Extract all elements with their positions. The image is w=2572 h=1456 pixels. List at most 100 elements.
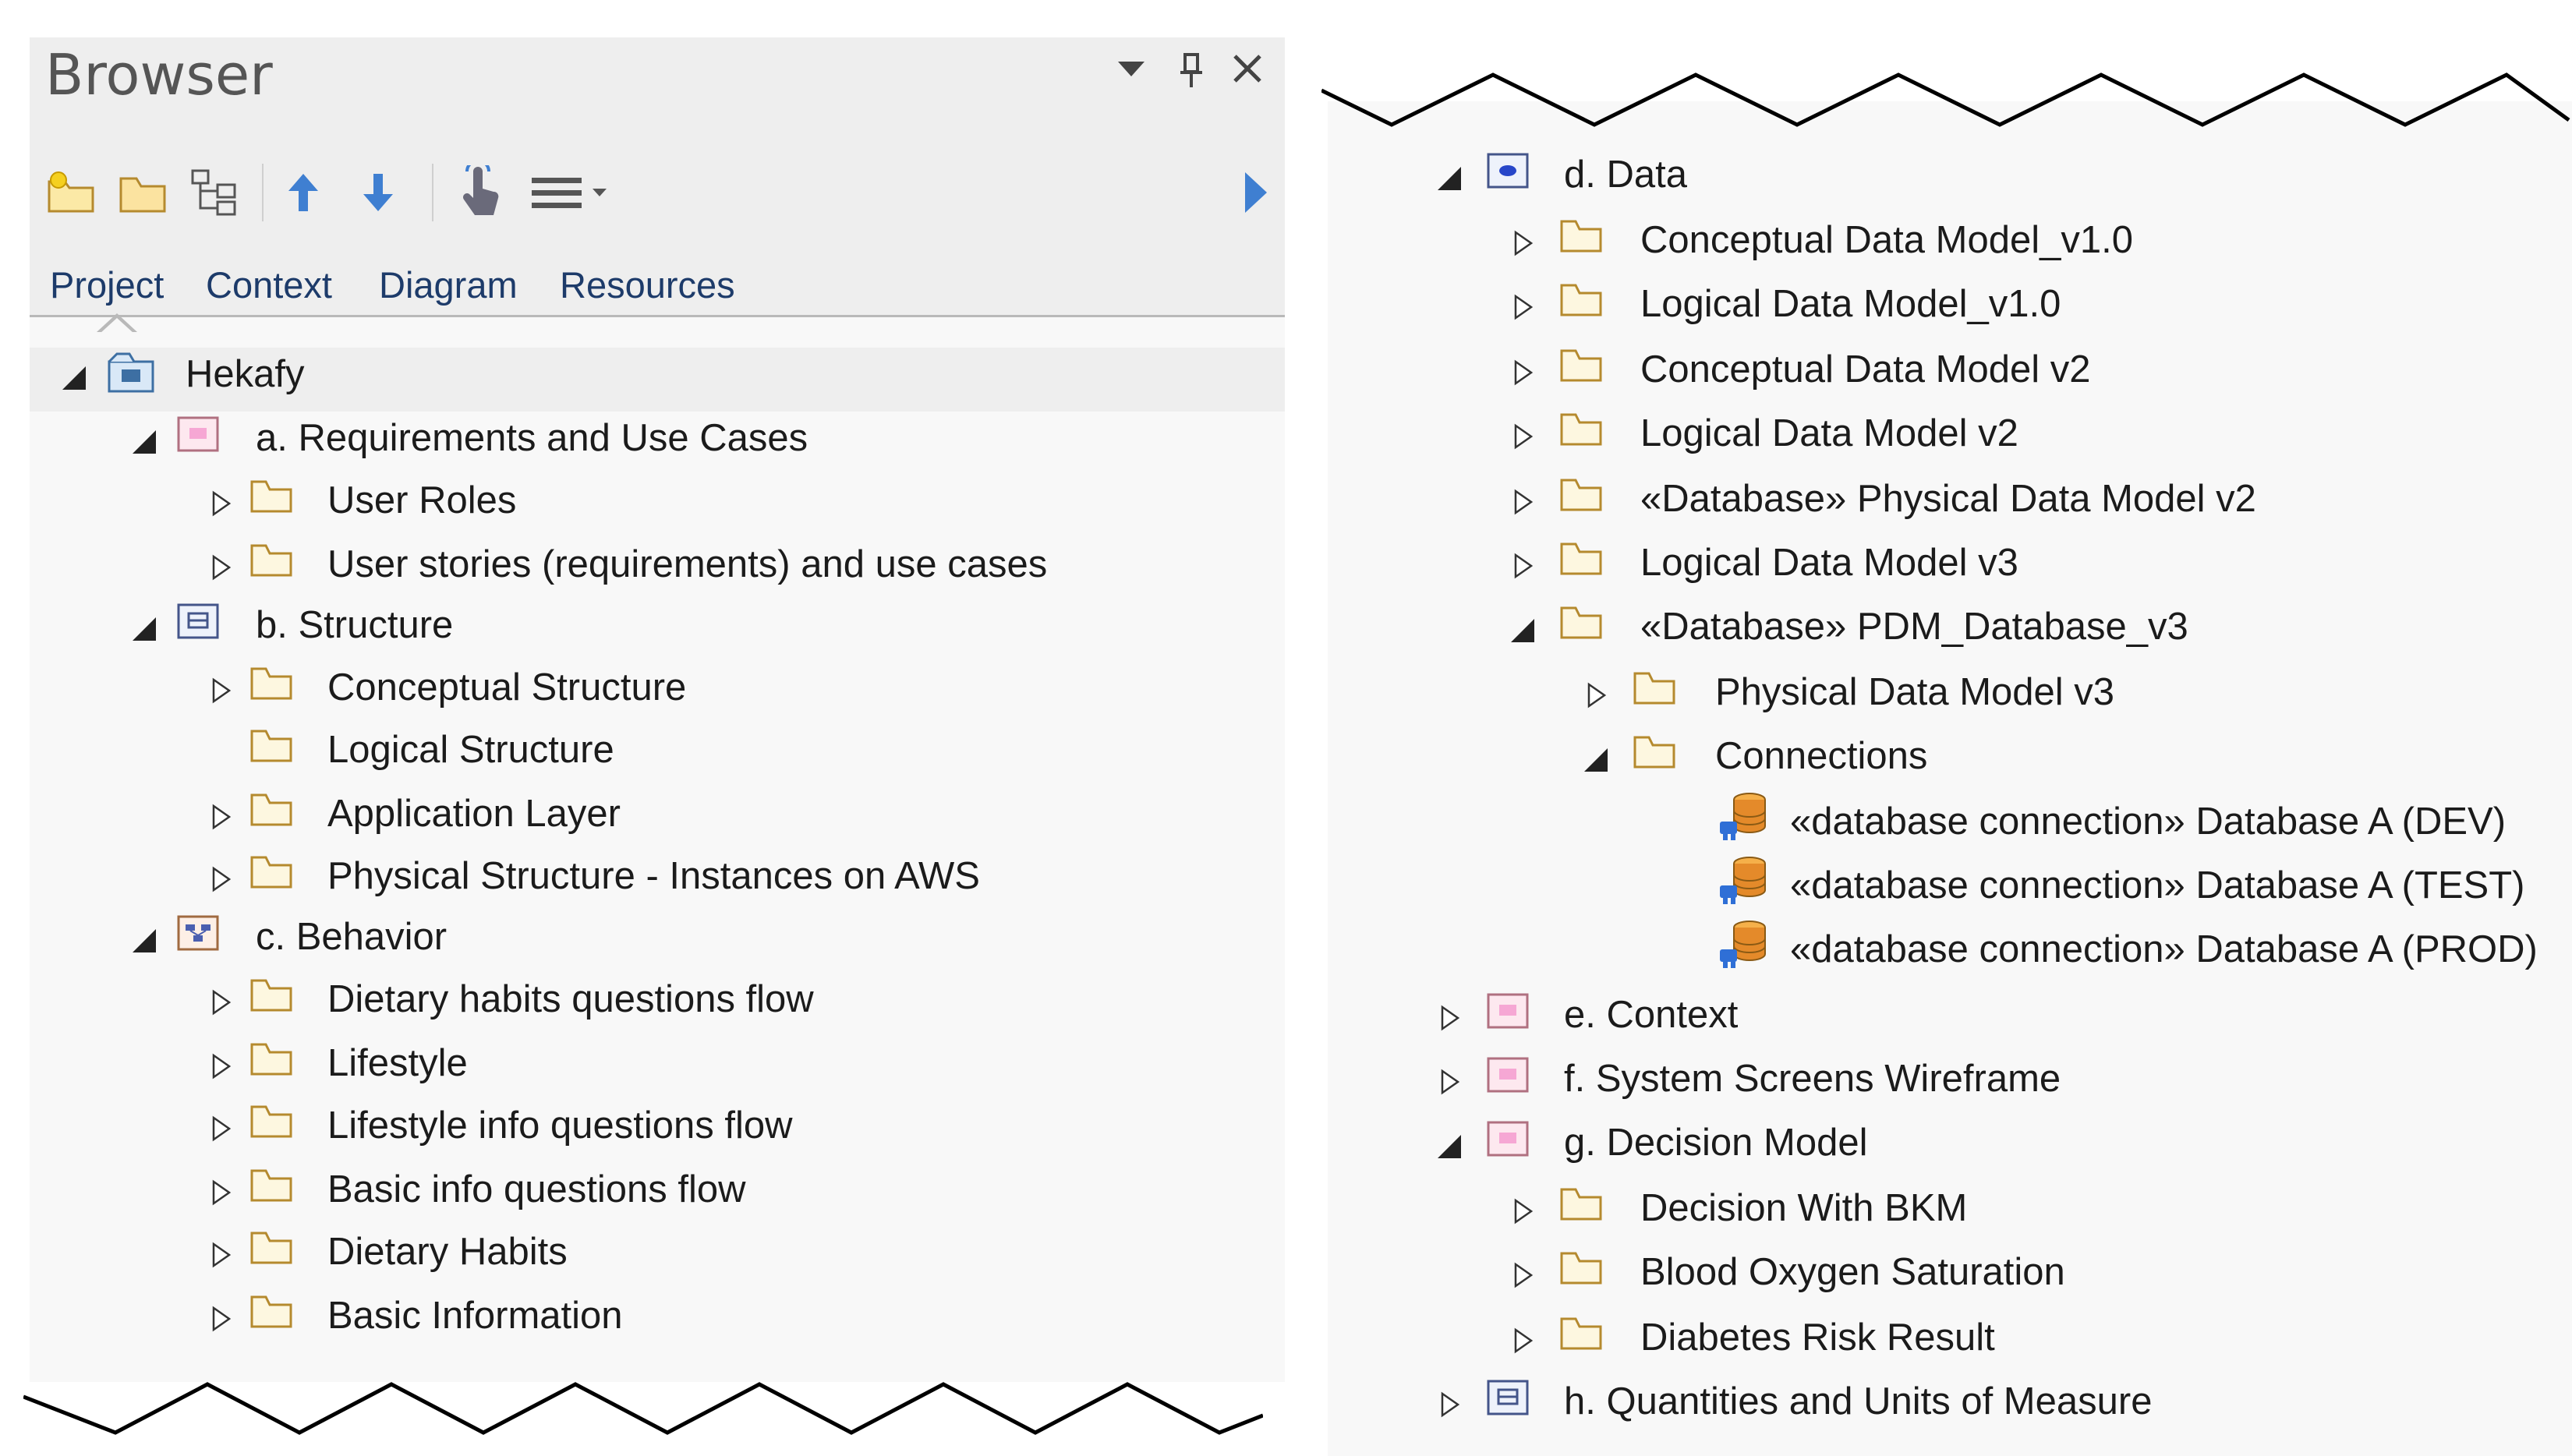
database-connection-icon: [1717, 918, 1766, 968]
expand-toggle-icon[interactable]: [204, 1239, 235, 1270]
tree-item-label: «Database» PDM_Database_v3: [1640, 606, 2188, 648]
folder-icon: [1559, 1314, 1603, 1358]
database-connection-icon: [1717, 790, 1766, 840]
expand-toggle-icon[interactable]: [204, 1177, 235, 1208]
collapse-toggle-icon[interactable]: [1506, 614, 1537, 645]
expand-toggle-icon[interactable]: [1506, 1260, 1537, 1291]
package-behavior-icon: [176, 914, 220, 957]
expand-toggle-icon[interactable]: [1506, 486, 1537, 518]
expand-toggle-icon[interactable]: [1433, 1066, 1464, 1097]
tree-item-label: Dietary habits questions flow: [327, 978, 814, 1020]
torn-edge-top-right: [1321, 72, 2570, 127]
expand-toggle-icon[interactable]: [204, 864, 235, 895]
dropdown-menu-icon[interactable]: [1113, 50, 1149, 94]
play-icon[interactable]: [1230, 167, 1282, 218]
tree-item-label: b. Structure: [256, 604, 454, 646]
folder-icon: [249, 726, 293, 770]
folder-icon: [249, 477, 293, 521]
tree-item-label: Basic Information: [327, 1295, 623, 1337]
expand-toggle-icon[interactable]: [1506, 1325, 1537, 1356]
tree-item-label: Application Layer: [327, 793, 621, 835]
tree-item-label: Physical Structure - Instances on AWS: [327, 855, 980, 897]
expand-toggle-icon[interactable]: [1506, 292, 1537, 323]
tab-resources[interactable]: Resources: [560, 263, 735, 306]
folder-icon: [1559, 217, 1603, 260]
folder-icon: [1559, 410, 1603, 454]
tree-item-label: Logical Data Model v3: [1640, 542, 2018, 584]
expand-toggle-icon[interactable]: [1506, 550, 1537, 581]
tree-item-label: Physical Data Model v3: [1715, 671, 2115, 713]
expand-toggle-icon[interactable]: [1433, 1002, 1464, 1034]
package-blue-icon: [176, 602, 220, 645]
expand-toggle-icon[interactable]: [1506, 228, 1537, 259]
collapse-toggle-icon[interactable]: [128, 613, 159, 644]
folder-icon: [1559, 1185, 1603, 1228]
new-package-icon[interactable]: [45, 167, 97, 218]
folder-icon: [249, 664, 293, 708]
list-menu-icon[interactable]: [529, 167, 614, 218]
tab-project[interactable]: Project: [50, 263, 164, 306]
collapse-toggle-icon[interactable]: [128, 924, 159, 956]
expand-toggle-icon[interactable]: [204, 1051, 235, 1082]
folder-icon: [249, 1102, 293, 1146]
tree-item-label: Diabetes Risk Result: [1640, 1316, 1995, 1359]
folder-icon: [249, 1228, 293, 1272]
database-connection-icon: [1717, 854, 1766, 904]
folder-icon: [1559, 1249, 1603, 1292]
tree-item-label: «Database» Physical Data Model v2: [1640, 478, 2256, 520]
package-blue-icon: [1486, 1378, 1530, 1422]
expand-toggle-icon[interactable]: [1580, 680, 1611, 711]
package-pink-icon: [1486, 1119, 1530, 1163]
tree-item-label: c. Behavior: [256, 916, 448, 958]
tree-item-label: Lifestyle info questions flow: [327, 1104, 793, 1147]
folder-icon: [249, 1040, 293, 1083]
tree-item-label: Conceptual Structure: [327, 666, 687, 709]
tree-item-label: d. Data: [1564, 154, 1687, 196]
expand-toggle-icon[interactable]: [204, 675, 235, 706]
folder-icon: [1633, 669, 1676, 712]
expand-toggle-icon[interactable]: [204, 1113, 235, 1144]
torn-edge-bottom-left: [23, 1382, 1263, 1435]
package-pink-icon: [1486, 991, 1530, 1035]
expand-toggle-icon[interactable]: [1433, 1389, 1464, 1420]
expand-toggle-icon[interactable]: [1506, 1196, 1537, 1227]
panel-title: Browser: [45, 42, 273, 108]
package-pink-icon: [1486, 1055, 1530, 1099]
tab-diagram[interactable]: Diagram: [379, 263, 518, 306]
expand-toggle-icon[interactable]: [204, 488, 235, 519]
folder-icon[interactable]: [117, 167, 168, 218]
collapse-toggle-icon[interactable]: [128, 426, 159, 457]
tree-item-label: Logical Data Model v2: [1640, 412, 2018, 454]
expand-toggle-icon[interactable]: [1506, 421, 1537, 452]
arrow-down-icon[interactable]: [352, 167, 404, 218]
folder-icon: [249, 1292, 293, 1336]
expand-toggle-icon[interactable]: [1506, 357, 1537, 388]
expand-toggle-icon[interactable]: [204, 987, 235, 1018]
collapse-toggle-icon[interactable]: [1433, 162, 1464, 193]
folder-icon: [249, 790, 293, 834]
folder-icon: [1559, 281, 1603, 324]
folder-icon: [249, 976, 293, 1020]
hierarchy-icon[interactable]: [189, 167, 240, 218]
tree-item-label: «database connection» Database A (PROD): [1790, 928, 2538, 970]
touch-icon[interactable]: [455, 165, 507, 218]
package-pink-icon: [176, 415, 220, 458]
folder-icon: [1559, 346, 1603, 390]
tree-item-label: User stories (requirements) and use case…: [327, 543, 1048, 585]
tree-item-label: Conceptual Data Model_v1.0: [1640, 219, 2133, 261]
pin-icon[interactable]: [1176, 51, 1207, 99]
tree-item-label: Logical Structure: [327, 729, 614, 771]
collapse-toggle-icon[interactable]: [1433, 1130, 1464, 1161]
collapse-toggle-icon[interactable]: [58, 362, 89, 393]
folder-icon: [249, 541, 293, 585]
tree-item-label: h. Quantities and Units of Measure: [1564, 1380, 2153, 1422]
collapse-toggle-icon[interactable]: [1580, 744, 1611, 775]
tree-item-label: User Roles: [327, 479, 517, 521]
expand-toggle-icon[interactable]: [204, 552, 235, 583]
arrow-up-icon[interactable]: [278, 167, 329, 218]
expand-toggle-icon[interactable]: [204, 801, 235, 832]
close-icon[interactable]: [1230, 51, 1265, 94]
expand-toggle-icon[interactable]: [204, 1303, 235, 1334]
tab-context[interactable]: Context: [206, 263, 332, 306]
tree-item-label: Lifestyle: [327, 1042, 468, 1084]
